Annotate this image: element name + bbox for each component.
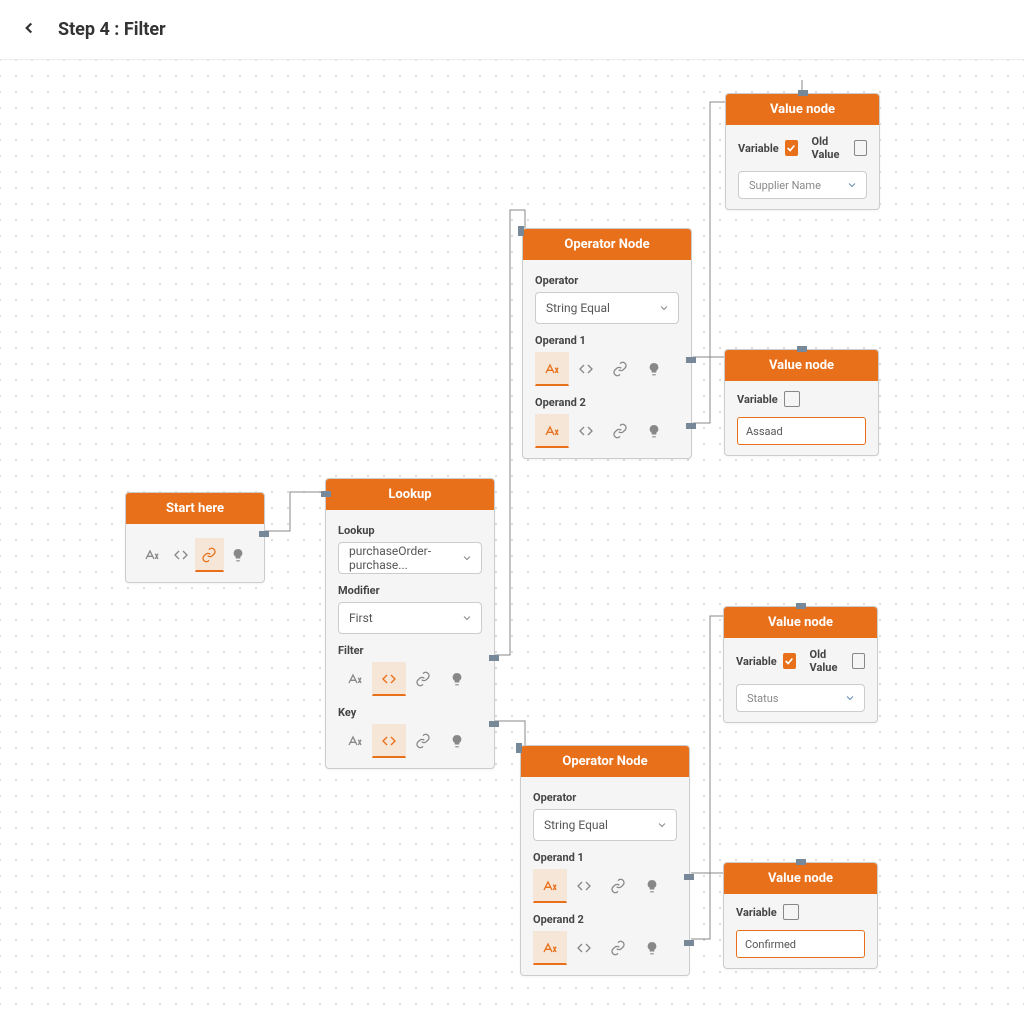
- node-title: Lookup: [326, 479, 494, 510]
- oldvalue-checkbox[interactable]: [854, 140, 867, 156]
- link-icon[interactable]: [603, 352, 637, 386]
- field-label: Operand 2: [535, 396, 679, 409]
- variable-checkbox[interactable]: [785, 140, 798, 156]
- lookup-node[interactable]: Lookup Lookup purchaseOrder-purchase... …: [325, 478, 495, 769]
- text-icon[interactable]: [535, 352, 569, 386]
- value-node[interactable]: Value node Variable Confirmed: [723, 862, 878, 969]
- chevron-down-icon: [461, 612, 473, 624]
- field-label: Operand 1: [535, 334, 679, 347]
- back-button[interactable]: [20, 19, 38, 41]
- bulb-icon[interactable]: [637, 352, 671, 386]
- link-icon[interactable]: [195, 538, 224, 572]
- node-title: Value node: [726, 94, 879, 125]
- field-label: Operator: [533, 791, 677, 804]
- code-icon[interactable]: [167, 538, 196, 572]
- icon-row: [533, 869, 677, 903]
- text-icon[interactable]: [138, 538, 167, 572]
- node-title: Value node: [724, 607, 877, 638]
- icon-row: [138, 538, 252, 572]
- code-icon[interactable]: [567, 869, 601, 903]
- value-input[interactable]: Confirmed: [736, 930, 865, 958]
- link-icon[interactable]: [601, 931, 635, 965]
- bulb-icon[interactable]: [635, 931, 669, 965]
- value-select[interactable]: Supplier Name: [738, 171, 867, 199]
- text-icon[interactable]: [338, 724, 372, 758]
- chevron-down-icon: [846, 179, 858, 191]
- page-title: Step 4 : Filter: [58, 19, 166, 40]
- field-label: Operator: [535, 274, 679, 287]
- value-node[interactable]: Value node Variable Assaad: [724, 349, 879, 456]
- input-value: Confirmed: [745, 938, 796, 951]
- variable-label: Variable: [737, 393, 778, 406]
- field-label: Modifier: [338, 584, 482, 597]
- bulb-icon[interactable]: [440, 724, 474, 758]
- field-label: Lookup: [338, 524, 482, 537]
- bulb-icon[interactable]: [224, 538, 253, 572]
- select-value: String Equal: [546, 301, 610, 315]
- variable-checkbox[interactable]: [783, 904, 799, 920]
- select-value: Supplier Name: [749, 179, 821, 192]
- chevron-down-icon: [658, 302, 670, 314]
- icon-row: [533, 931, 677, 965]
- link-icon[interactable]: [406, 662, 440, 696]
- code-icon[interactable]: [372, 724, 406, 758]
- icon-row: [338, 662, 482, 696]
- field-label: Operand 2: [533, 913, 677, 926]
- select-value: purchaseOrder-purchase...: [349, 544, 453, 572]
- link-icon[interactable]: [603, 414, 637, 448]
- text-icon[interactable]: [533, 931, 567, 965]
- chevron-down-icon: [844, 692, 856, 704]
- variable-label: Variable: [736, 655, 777, 668]
- bulb-icon[interactable]: [635, 869, 669, 903]
- text-icon[interactable]: [533, 869, 567, 903]
- variable-checkbox[interactable]: [784, 391, 800, 407]
- link-icon[interactable]: [406, 724, 440, 758]
- bulb-icon[interactable]: [440, 662, 474, 696]
- node-title: Value node: [725, 350, 878, 381]
- field-label: Filter: [338, 644, 482, 657]
- oldvalue-checkbox[interactable]: [852, 653, 865, 669]
- select-value: String Equal: [544, 818, 608, 832]
- input-value: Assaad: [746, 425, 783, 438]
- node-title: Operator Node: [523, 229, 691, 260]
- bulb-icon[interactable]: [637, 414, 671, 448]
- icon-row: [338, 724, 482, 758]
- code-icon[interactable]: [372, 662, 406, 696]
- node-title: Value node: [724, 863, 877, 894]
- operator-select[interactable]: String Equal: [533, 809, 677, 841]
- field-label: Operand 1: [533, 851, 677, 864]
- oldvalue-label: Old Value: [810, 648, 847, 674]
- variable-label: Variable: [738, 142, 779, 155]
- value-select[interactable]: Status: [736, 684, 865, 712]
- value-node[interactable]: Value node Variable Old Value Supplier N…: [725, 93, 880, 210]
- start-node[interactable]: Start here: [125, 492, 265, 583]
- modifier-select[interactable]: First: [338, 602, 482, 634]
- canvas[interactable]: Start here Lookup Lookup purchaseOrder-p…: [0, 60, 1024, 1019]
- oldvalue-label: Old Value: [812, 135, 849, 161]
- icon-row: [535, 414, 679, 448]
- node-title: Operator Node: [521, 746, 689, 777]
- operator-node[interactable]: Operator Node Operator String Equal Oper…: [522, 228, 692, 459]
- chevron-down-icon: [656, 819, 668, 831]
- lookup-select[interactable]: purchaseOrder-purchase...: [338, 542, 482, 574]
- code-icon[interactable]: [569, 414, 603, 448]
- value-node[interactable]: Value node Variable Old Value Status: [723, 606, 878, 723]
- chevron-down-icon: [461, 552, 473, 564]
- code-icon[interactable]: [569, 352, 603, 386]
- value-input[interactable]: Assaad: [737, 417, 866, 445]
- field-label: Key: [338, 706, 482, 719]
- text-icon[interactable]: [338, 662, 372, 696]
- operator-node[interactable]: Operator Node Operator String Equal Oper…: [520, 745, 690, 976]
- link-icon[interactable]: [601, 869, 635, 903]
- node-title: Start here: [126, 493, 264, 524]
- text-icon[interactable]: [535, 414, 569, 448]
- operator-select[interactable]: String Equal: [535, 292, 679, 324]
- select-value: Status: [747, 692, 778, 705]
- select-value: First: [349, 611, 373, 625]
- icon-row: [535, 352, 679, 386]
- code-icon[interactable]: [567, 931, 601, 965]
- variable-label: Variable: [736, 906, 777, 919]
- variable-checkbox[interactable]: [783, 653, 796, 669]
